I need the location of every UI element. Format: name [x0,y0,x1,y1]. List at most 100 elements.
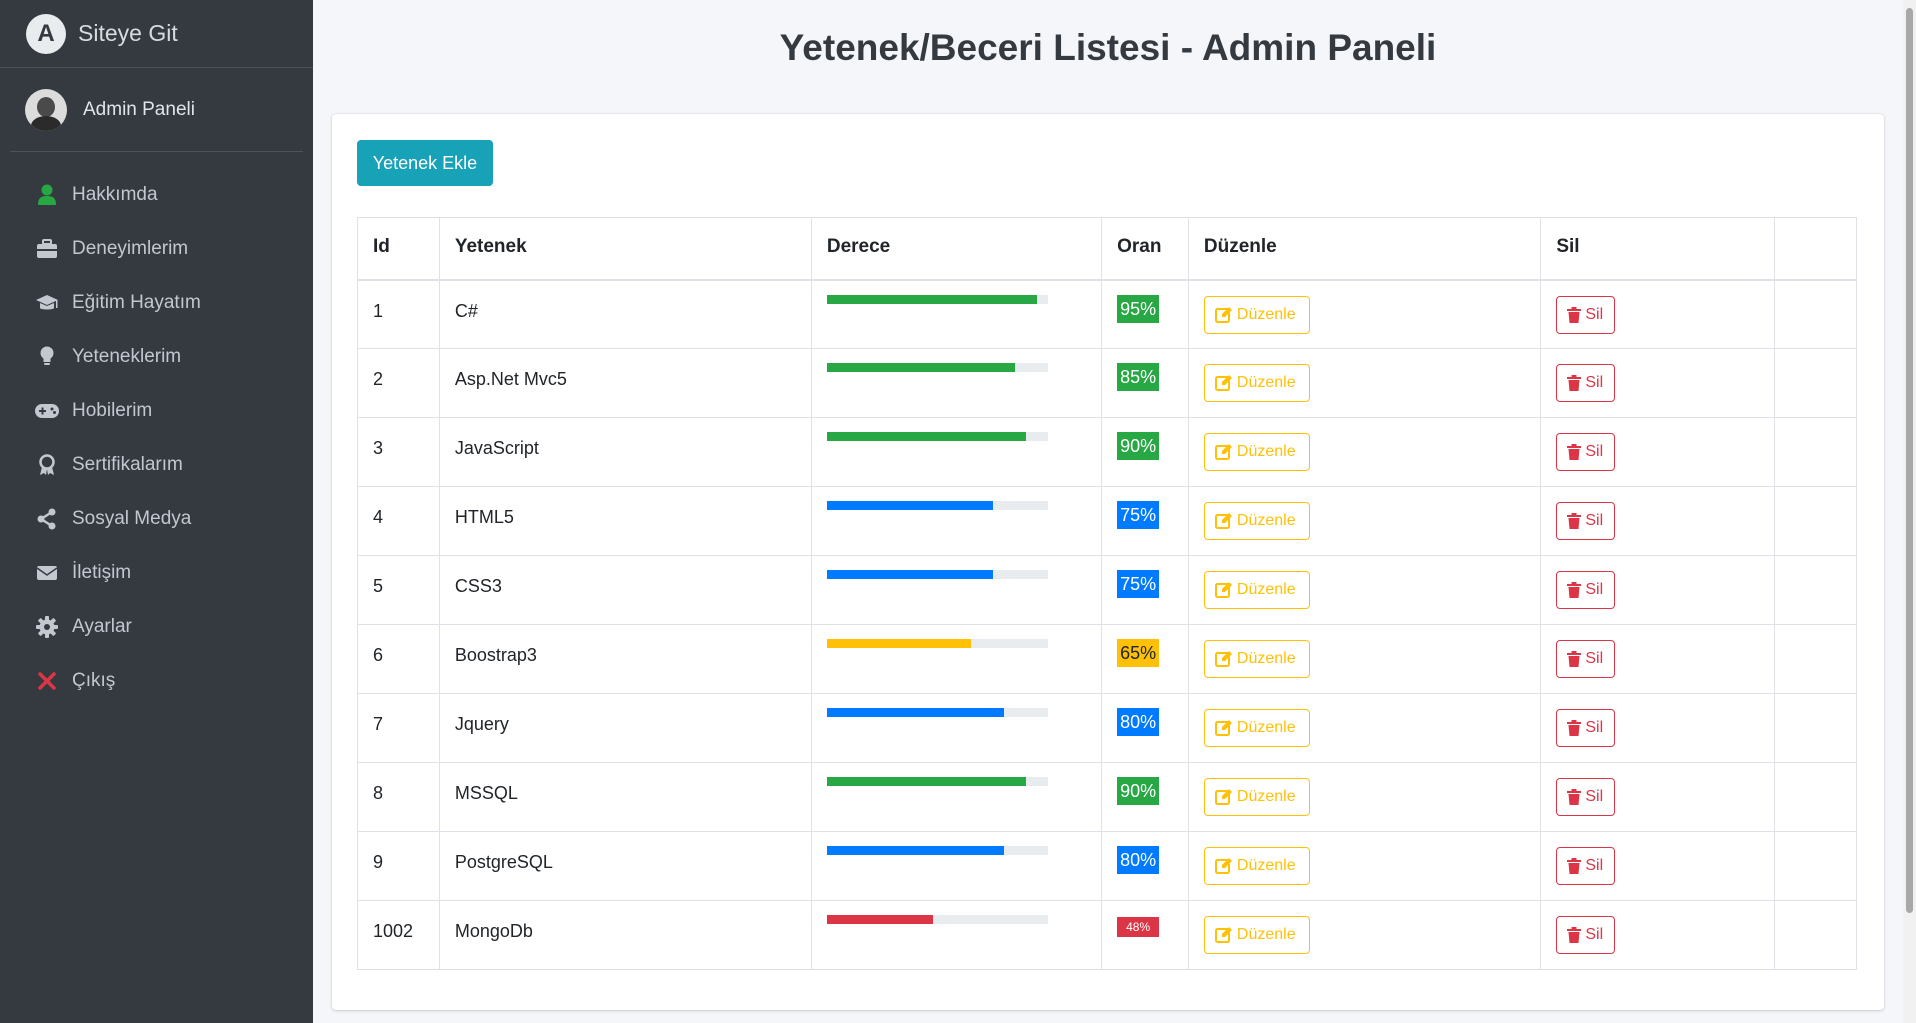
sidebar-item-gamepad[interactable]: Hobilerim [0,384,313,438]
edit-cell: Düzenle [1187,762,1542,832]
edit-button[interactable]: Düzenle [1203,847,1310,885]
progress-bar [826,915,933,924]
sidebar-item-label: İletişim [72,562,132,583]
rate-cell: 75% [1101,555,1189,625]
id-cell: 5 [357,555,440,625]
trash-icon [1567,720,1585,736]
delete-button[interactable]: Sil [1556,778,1616,816]
empty-cell [1774,693,1857,763]
skill-cell: Asp.Net Mvc5 [438,348,812,418]
progress-track [826,570,1048,579]
sidebar-item-graduation-cap[interactable]: Eğitim Hayatım [0,276,313,330]
user-panel[interactable]: Admin Paneli [10,68,303,152]
sidebar-item-label: Çıkış [72,670,116,691]
delete-button[interactable]: Sil [1556,640,1616,678]
edit-cell: Düzenle [1187,486,1542,556]
delete-button-label: Sil [1585,650,1604,667]
sidebar-item-label: Hakkımda [72,184,158,205]
delete-button-label: Sil [1585,719,1604,736]
edit-icon [1214,444,1237,460]
sidebar-item-label: Hobilerim [72,400,153,421]
edit-button[interactable]: Düzenle [1203,571,1310,609]
progress-track [826,432,1048,441]
edit-cell: Düzenle [1187,900,1542,970]
gamepad-icon [32,403,62,419]
avatar [25,88,67,131]
sidebar-item-label: Ayarlar [72,616,132,637]
sidebar-item-award[interactable]: Sertifikalarım [0,438,313,492]
empty-cell [1774,831,1857,901]
delete-button[interactable]: Sil [1556,295,1616,334]
sidebar-item-lightbulb[interactable]: Yeteneklerim [0,330,313,384]
table-row: 3 JavaScript 90% Düzenle Sil [357,417,1857,487]
user-name: Admin Paneli [83,98,195,120]
edit-button[interactable]: Düzenle [1203,295,1310,334]
table-row: 2 Asp.Net Mvc5 85% Düzenle Sil [357,348,1857,418]
skill-cell: CSS3 [438,555,812,625]
edit-button-label: Düzenle [1236,857,1296,874]
edit-button[interactable]: Düzenle [1203,640,1310,678]
sidebar-item-briefcase[interactable]: Deneyimlerim [0,222,313,276]
page-scrollbar[interactable] [1903,0,1916,1023]
edit-button[interactable]: Düzenle [1203,502,1310,540]
sidebar-item-share[interactable]: Sosyal Medya [0,492,313,546]
table-row: 8 MSSQL 90% Düzenle Sil [357,762,1857,832]
edit-icon [1214,927,1237,943]
delete-cell: Sil [1540,900,1776,970]
delete-cell: Sil [1540,486,1776,556]
empty-cell [1774,900,1857,970]
table-row: 6 Boostrap3 65% Düzenle Sil [357,624,1857,694]
delete-button[interactable]: Sil [1556,502,1616,540]
edit-button[interactable]: Düzenle [1203,709,1310,747]
edit-button[interactable]: Düzenle [1203,916,1310,954]
column-header: Id [357,217,440,281]
sidebar-item-user[interactable]: Hakkımda [0,168,313,222]
table-row: 5 CSS3 75% Düzenle Sil [357,555,1857,625]
delete-button[interactable]: Sil [1556,364,1616,402]
edit-button[interactable]: Düzenle [1203,433,1310,471]
edit-icon [1214,306,1237,323]
edit-icon [1214,582,1237,598]
edit-icon [1214,651,1237,667]
sidebar-item-label: Eğitim Hayatım [72,292,201,313]
sidebar-item-envelope[interactable]: İletişim [0,546,313,600]
column-header: Derece [810,217,1103,281]
edit-button[interactable]: Düzenle [1203,364,1310,402]
delete-cell: Sil [1540,624,1776,694]
delete-button-label: Sil [1585,581,1604,598]
brand-link[interactable]: A Siteye Git [0,0,313,68]
table-row: 1002 MongoDb 48% Düzenle Sil [357,900,1857,970]
skill-cell: C# [438,279,812,349]
edit-cell: Düzenle [1187,417,1542,487]
edit-button[interactable]: Düzenle [1203,778,1310,816]
share-icon [32,508,62,530]
progress-bar [826,363,1015,372]
delete-button[interactable]: Sil [1556,571,1616,609]
delete-cell: Sil [1540,831,1776,901]
award-icon [32,454,62,476]
progress-track [826,846,1048,855]
trash-icon [1567,651,1585,667]
progress-track [826,777,1048,786]
delete-button[interactable]: Sil [1556,433,1616,471]
rate-cell: 65% [1101,624,1189,694]
edit-button-label: Düzenle [1236,788,1296,805]
edit-button-label: Düzenle [1236,581,1296,598]
add-skill-button[interactable]: Yetenek Ekle [357,140,493,186]
edit-button-label: Düzenle [1236,719,1296,736]
progress-cell [810,555,1103,625]
scroll-thumb[interactable] [1906,8,1913,913]
progress-bar [826,846,1004,855]
sidebar-item-gear[interactable]: Ayarlar [0,600,313,654]
rate-badge: 80% [1117,846,1160,874]
delete-button[interactable]: Sil [1556,916,1616,954]
delete-cell: Sil [1540,762,1776,832]
user-icon [32,184,62,206]
delete-button[interactable]: Sil [1556,709,1616,747]
edit-icon [1214,513,1237,529]
sidebar-nav: Hakkımda Deneyimlerim Eğitim Hayatım Yetene… [0,152,313,708]
sidebar-item-label: Yeteneklerim [72,346,182,367]
sidebar-item-close[interactable]: Çıkış [0,654,313,708]
delete-button[interactable]: Sil [1556,847,1616,885]
progress-cell [810,762,1103,832]
